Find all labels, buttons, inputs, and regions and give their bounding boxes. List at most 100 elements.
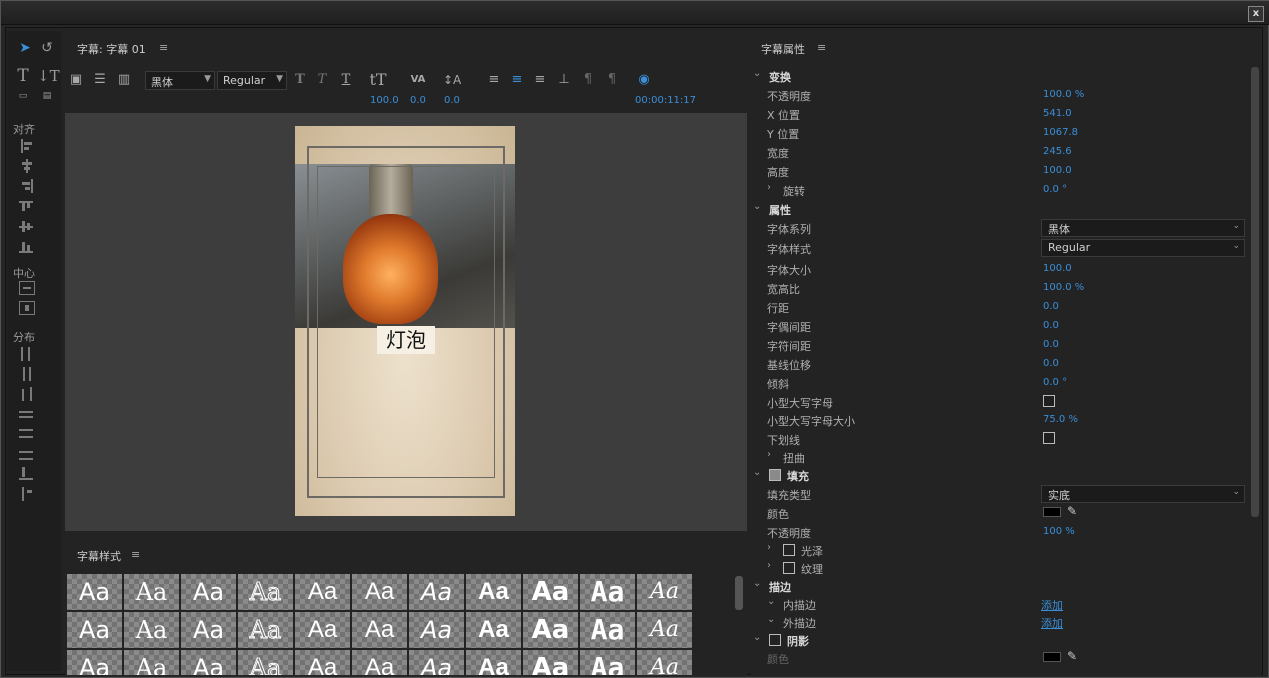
leading-icon[interactable]: ↕A xyxy=(443,71,461,89)
transform-section[interactable]: ⌄ 变换 xyxy=(751,67,1249,85)
style-swatch[interactable]: Aa xyxy=(580,650,635,675)
align-bottom-icon[interactable] xyxy=(19,239,35,253)
shadow-color-swatch[interactable] xyxy=(1043,652,1061,662)
add-inner-stroke-link[interactable]: 添加 xyxy=(1041,597,1063,613)
italic-icon[interactable]: T xyxy=(313,71,331,89)
styles-scrollbar[interactable] xyxy=(735,576,743,610)
fill-color-swatch[interactable] xyxy=(1043,507,1061,517)
style-swatch[interactable]: Aa xyxy=(637,650,692,675)
texture-checkbox[interactable] xyxy=(783,562,795,574)
properties-scrollbar[interactable] xyxy=(1251,67,1259,517)
kerning-icon[interactable]: VA xyxy=(409,71,427,89)
font-size-value[interactable]: 100.0 xyxy=(370,95,399,106)
font-size-value[interactable]: 100.0 xyxy=(1043,263,1072,274)
style-swatch[interactable]: Aa xyxy=(409,612,464,648)
font-family-select[interactable]: 黑体 ⌄ xyxy=(1041,219,1245,237)
kerning-value[interactable]: 0.0 xyxy=(410,95,426,106)
close-button[interactable]: x xyxy=(1248,6,1264,22)
align-text-left-icon[interactable]: ≡ xyxy=(485,71,503,89)
style-swatch[interactable]: Aa xyxy=(124,650,179,675)
shadow-section[interactable]: ⌄ 阴影 xyxy=(751,631,1249,649)
underline-checkbox[interactable] xyxy=(1043,432,1055,444)
height-value[interactable]: 100.0 xyxy=(1043,165,1072,176)
vertical-area-type-tool-icon[interactable]: ▤ xyxy=(37,87,57,105)
sheen-row[interactable]: › 光泽 xyxy=(751,541,1249,559)
style-swatch[interactable]: Aa xyxy=(637,612,692,648)
vertical-type-tool-icon[interactable]: ↓T xyxy=(37,67,60,85)
kerning-value[interactable]: 0.0 xyxy=(1043,320,1059,331)
style-swatch[interactable]: Aa xyxy=(352,650,407,675)
roll-crawl-options-icon[interactable]: ☰ xyxy=(91,71,109,89)
style-swatch[interactable]: Aa xyxy=(124,612,179,648)
style-swatch[interactable]: Aa xyxy=(67,574,122,610)
center-vertical-icon[interactable] xyxy=(19,301,35,315)
distribute-vertical-space-icon[interactable] xyxy=(19,487,35,501)
fill-checkbox[interactable] xyxy=(769,469,781,481)
font-family-dropdown[interactable]: 黑体 ▼ xyxy=(145,71,215,90)
center-horizontal-icon[interactable] xyxy=(19,281,35,295)
rotate-tool-icon[interactable]: ↺ xyxy=(37,39,57,57)
shadow-checkbox[interactable] xyxy=(769,634,781,646)
fill-section[interactable]: ⌄ 填充 xyxy=(751,466,1249,484)
timecode[interactable]: 00:00:11:17 xyxy=(635,95,696,106)
distribute-bottom-icon[interactable] xyxy=(19,467,35,481)
show-background-video-icon[interactable]: ◉ xyxy=(635,71,653,89)
panel-menu-icon[interactable]: ≡ xyxy=(131,548,140,561)
fill-type-select[interactable]: 实底 ⌄ xyxy=(1041,485,1245,503)
distribute-horizontal-space-icon[interactable] xyxy=(19,407,35,421)
style-swatch[interactable]: Aa xyxy=(466,650,521,675)
caption-text-object[interactable]: 灯泡 xyxy=(377,326,435,354)
style-swatch[interactable]: Aa xyxy=(352,612,407,648)
style-swatch[interactable]: Aa xyxy=(238,612,293,648)
font-style-dropdown[interactable]: Regular ▼ xyxy=(217,71,287,90)
distribute-top-icon[interactable] xyxy=(19,427,35,441)
style-swatch[interactable]: Aa xyxy=(580,612,635,648)
x-position-value[interactable]: 541.0 xyxy=(1043,108,1072,119)
sheen-checkbox[interactable] xyxy=(783,544,795,556)
stroke-section[interactable]: ⌄ 描边 xyxy=(751,577,1249,595)
align-left-icon[interactable] xyxy=(19,139,35,153)
align-text-center-icon[interactable]: ≡ xyxy=(508,71,526,89)
tab-stops-icon[interactable]: ⊥ xyxy=(555,71,573,89)
distort-row[interactable]: › 扭曲 xyxy=(751,448,1249,466)
selection-tool-icon[interactable]: ➤ xyxy=(15,39,35,57)
style-swatch[interactable]: Aa xyxy=(580,574,635,610)
style-swatch[interactable]: Aa xyxy=(352,574,407,610)
rotation-value[interactable]: 0.0 ° xyxy=(1043,184,1067,195)
add-outer-stroke-link[interactable]: 添加 xyxy=(1041,615,1063,631)
align-text-right-icon[interactable]: ≡ xyxy=(531,71,549,89)
distribute-center-h-icon[interactable] xyxy=(19,367,35,381)
style-swatch[interactable]: Aa xyxy=(124,574,179,610)
style-swatch[interactable]: Aa xyxy=(295,574,350,610)
style-swatch[interactable]: Aa xyxy=(295,612,350,648)
title-canvas[interactable]: 灯泡 xyxy=(65,113,747,531)
new-title-icon[interactable]: ▣ xyxy=(67,71,85,89)
tracking-value[interactable]: 0.0 xyxy=(1043,339,1059,350)
eyedropper-icon[interactable]: ✎ xyxy=(1067,649,1077,663)
smallcaps-size-value[interactable]: 75.0 % xyxy=(1043,414,1078,425)
fill-opacity-value[interactable]: 100 % xyxy=(1043,526,1075,537)
leading-value[interactable]: 0.0 xyxy=(444,95,460,106)
texture-row[interactable]: › 纹理 xyxy=(751,559,1249,577)
paragraph-ltr-icon[interactable]: ¶ xyxy=(579,71,597,89)
style-swatch[interactable]: Aa xyxy=(409,650,464,675)
aspect-value[interactable]: 100.0 % xyxy=(1043,282,1084,293)
area-type-tool-icon[interactable]: ▭ xyxy=(13,87,33,105)
style-swatch[interactable]: Aa xyxy=(238,574,293,610)
style-swatch[interactable]: Aa xyxy=(238,650,293,675)
style-swatch[interactable]: Aa xyxy=(181,612,236,648)
style-swatch[interactable]: Aa xyxy=(523,574,578,610)
style-swatch[interactable]: Aa xyxy=(466,574,521,610)
panel-menu-icon[interactable]: ≡ xyxy=(159,41,168,54)
type-tool-icon[interactable]: T xyxy=(13,67,33,85)
slant-value[interactable]: 0.0 ° xyxy=(1043,377,1067,388)
leading-value[interactable]: 0.0 xyxy=(1043,301,1059,312)
style-swatch[interactable]: Aa xyxy=(67,650,122,675)
bold-icon[interactable]: T xyxy=(291,71,309,89)
align-center-v-icon[interactable] xyxy=(19,219,35,233)
properties-section[interactable]: ⌄ 属性 xyxy=(751,200,1249,218)
width-value[interactable]: 245.6 xyxy=(1043,146,1072,157)
style-swatch[interactable]: Aa xyxy=(466,612,521,648)
style-swatch[interactable]: Aa xyxy=(409,574,464,610)
distribute-center-v-icon[interactable] xyxy=(19,447,35,461)
